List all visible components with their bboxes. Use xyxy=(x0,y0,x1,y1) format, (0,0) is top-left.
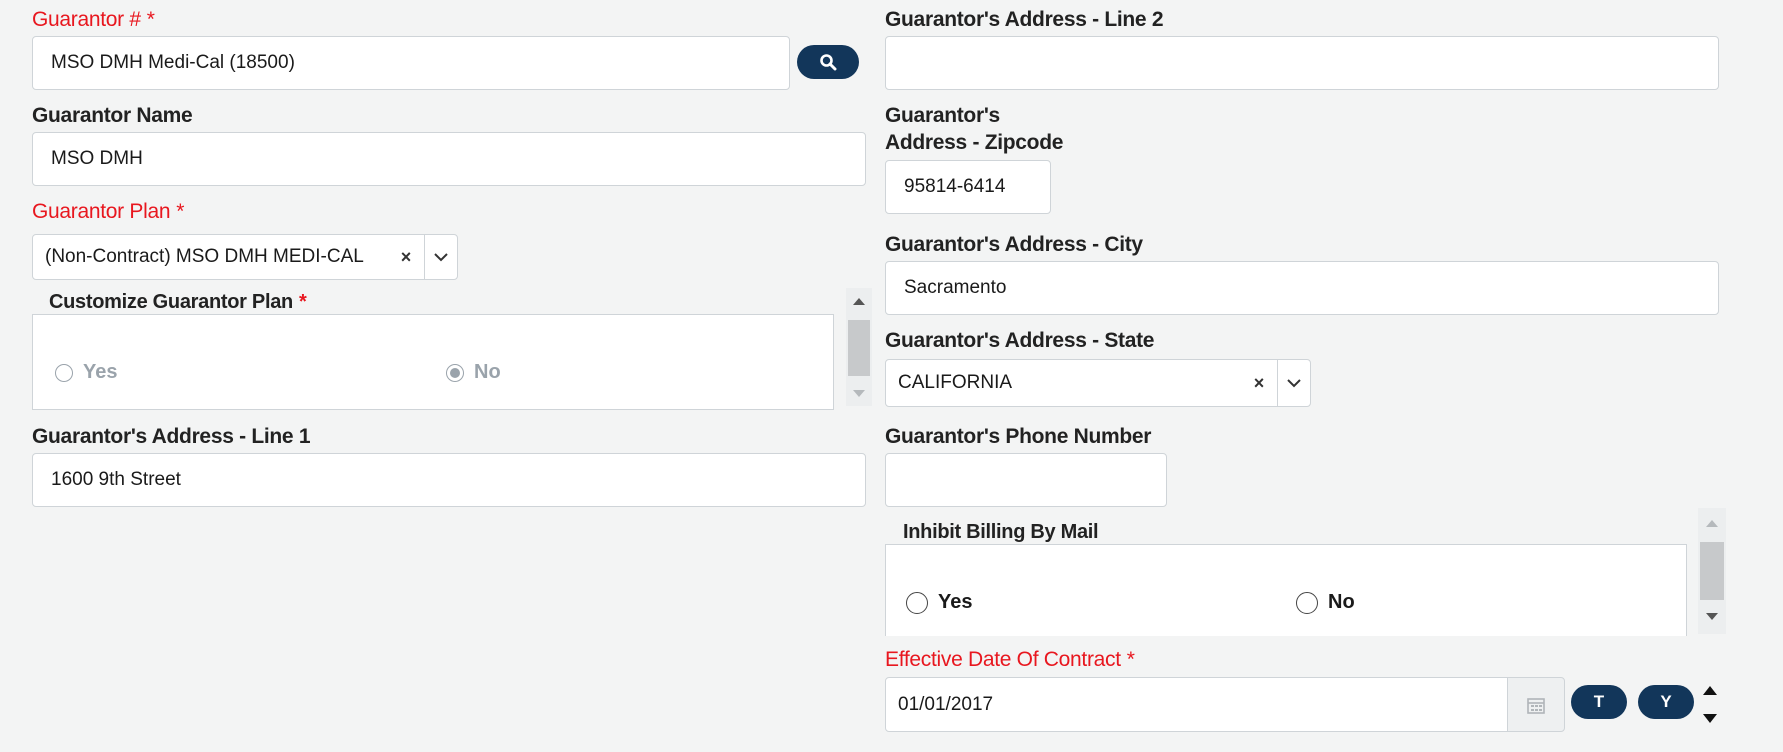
address-line1-input[interactable]: 1600 9th Street xyxy=(32,453,866,507)
radio-unchecked-icon[interactable] xyxy=(55,363,73,382)
phone-input[interactable] xyxy=(885,453,1167,507)
inhibit-billing-no-option[interactable]: No xyxy=(1296,591,1355,614)
phone-label: Guarantor's Phone Number xyxy=(885,425,1152,448)
search-icon xyxy=(820,54,837,71)
clear-icon[interactable]: × xyxy=(1241,373,1277,394)
today-button[interactable]: T xyxy=(1571,685,1627,719)
state-label: Guarantor's Address - State xyxy=(885,329,1155,352)
calendar-icon xyxy=(1527,697,1545,714)
scroll-up-icon[interactable] xyxy=(853,298,865,305)
address-line2-label: Guarantor's Address - Line 2 xyxy=(885,8,1164,31)
guarantor-number-input[interactable]: MSO DMH Medi-Cal (18500) xyxy=(32,36,790,90)
chevron-down-icon[interactable] xyxy=(1278,378,1310,388)
state-select[interactable]: CALIFORNIA × xyxy=(885,359,1311,407)
address-line1-label: Guarantor's Address - Line 1 xyxy=(32,425,311,448)
radio-unchecked-icon[interactable] xyxy=(906,591,928,614)
customize-plan-no-option[interactable]: No xyxy=(446,361,501,384)
city-value: Sacramento xyxy=(904,277,1007,298)
inhibit-billing-yes-option[interactable]: Yes xyxy=(906,591,972,614)
zipcode-input[interactable]: 95814-6414 xyxy=(885,160,1051,214)
chevron-down-icon[interactable] xyxy=(425,252,457,262)
guarantor-number-label: Guarantor # * xyxy=(32,8,155,31)
scroll-down-icon[interactable] xyxy=(1706,613,1718,620)
decrement-arrow-icon[interactable] xyxy=(1703,714,1717,723)
customize-plan-yes-option[interactable]: Yes xyxy=(55,361,117,384)
guarantor-plan-label: Guarantor Plan * xyxy=(32,200,185,223)
clear-icon[interactable]: × xyxy=(388,247,424,268)
city-label: Guarantor's Address - City xyxy=(885,233,1143,256)
radio-checked-icon[interactable] xyxy=(446,363,464,382)
scroll-down-icon[interactable] xyxy=(853,390,865,397)
zipcode-value: 95814-6414 xyxy=(904,176,1006,197)
inhibit-billing-legend: Inhibit Billing By Mail xyxy=(899,521,1103,544)
guarantor-plan-value: (Non-Contract) MSO DMH MEDI-CAL xyxy=(45,246,364,267)
guarantor-number-value: MSO DMH Medi-Cal (18500) xyxy=(51,52,295,73)
address-line1-value: 1600 9th Street xyxy=(51,469,181,490)
address-line2-input[interactable] xyxy=(885,36,1719,90)
scroll-thumb[interactable] xyxy=(848,320,870,376)
increment-arrow-icon[interactable] xyxy=(1703,686,1717,695)
calendar-button[interactable] xyxy=(1507,677,1565,732)
yesterday-button[interactable]: Y xyxy=(1638,685,1694,719)
guarantor-name-label: Guarantor Name xyxy=(32,104,193,127)
effective-date-label: Effective Date Of Contract * xyxy=(885,648,1135,671)
city-input[interactable]: Sacramento xyxy=(885,261,1719,315)
zipcode-label-line1: Guarantor's xyxy=(885,104,1000,127)
effective-date-value: 01/01/2017 xyxy=(898,693,994,715)
guarantor-search-button[interactable] xyxy=(797,45,859,79)
guarantor-name-value: MSO DMH xyxy=(51,148,143,169)
guarantor-name-input[interactable]: MSO DMH xyxy=(32,132,866,186)
zipcode-label-line2: Address - Zipcode xyxy=(885,131,1064,154)
scroll-up-icon[interactable] xyxy=(1706,520,1718,527)
customize-guarantor-plan-group xyxy=(32,314,834,410)
state-value: CALIFORNIA xyxy=(898,372,1013,393)
scroll-thumb[interactable] xyxy=(1700,542,1724,600)
inhibit-billing-group xyxy=(885,544,1687,636)
customize-guarantor-plan-legend: Customize Guarantor Plan * xyxy=(45,291,311,314)
guarantor-plan-select[interactable]: (Non-Contract) MSO DMH MEDI-CAL × xyxy=(32,234,458,280)
effective-date-input[interactable]: 01/01/2017 xyxy=(885,677,1509,732)
radio-unchecked-icon[interactable] xyxy=(1296,591,1318,614)
